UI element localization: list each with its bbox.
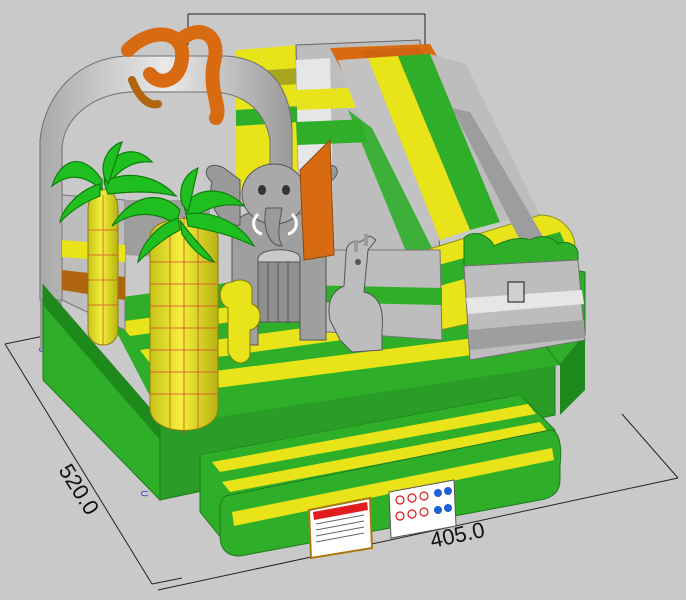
cad-render-canvas: 520.0 405.0 ⊂ ⊂	[4, 13, 679, 591]
right-wall-box	[463, 233, 586, 361]
wall-window	[507, 281, 525, 303]
depth-dimension-label: 520.0	[54, 459, 104, 519]
anchor-marker: ⊂	[140, 488, 149, 500]
